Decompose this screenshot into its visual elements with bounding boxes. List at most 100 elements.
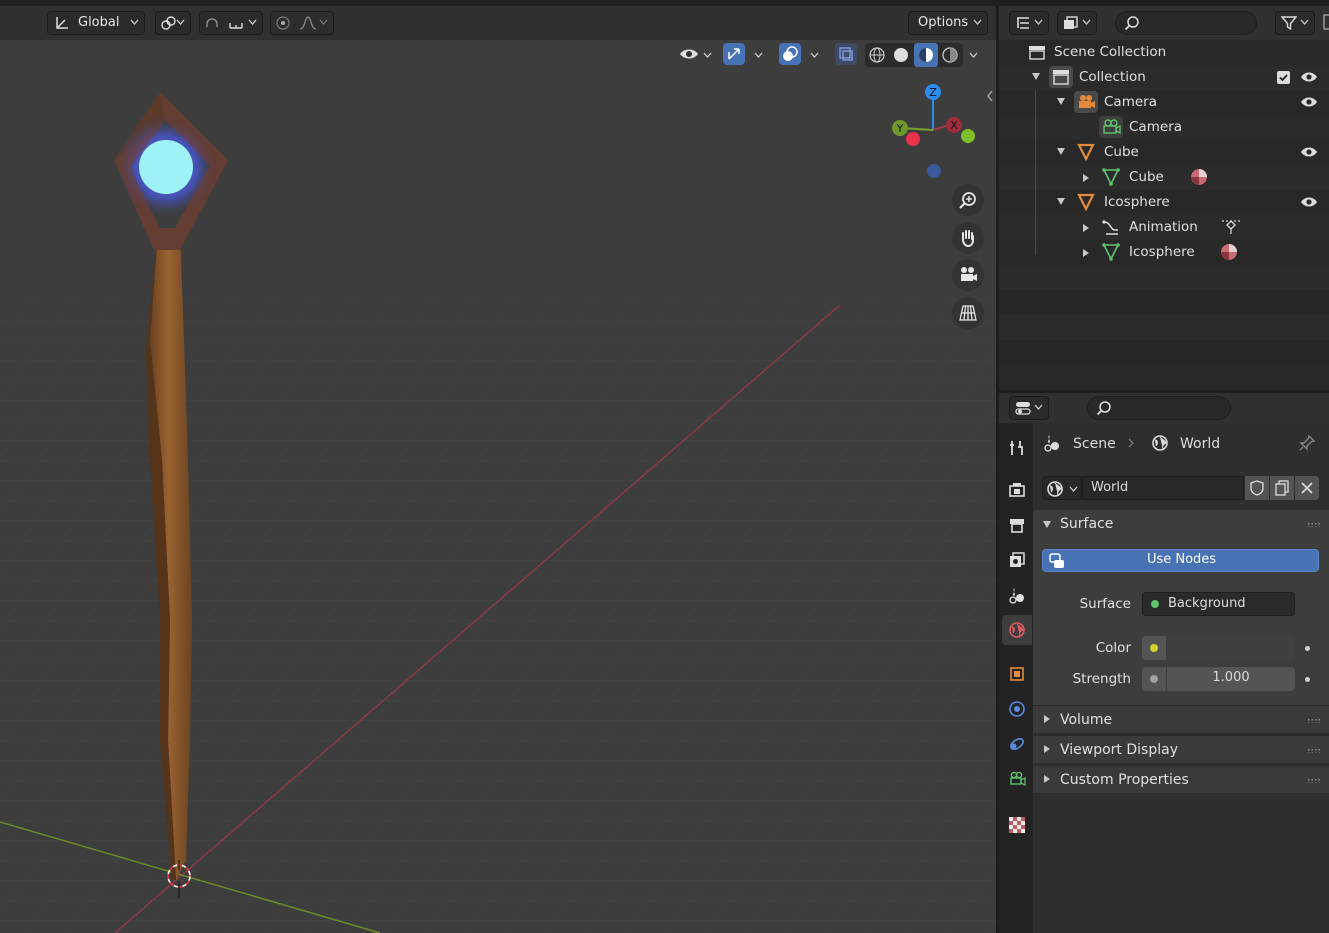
- 3d-viewport[interactable]: Z Y X Global Options: [0, 0, 996, 933]
- chevron-down-icon[interactable]: [969, 52, 978, 58]
- zoom-icon: [958, 190, 978, 210]
- drag-grip-icon[interactable]: [1307, 718, 1321, 723]
- outliner-row-camera-data[interactable]: Camera: [999, 115, 1329, 140]
- outliner-search-input[interactable]: [1115, 11, 1257, 35]
- xray-icon: [838, 46, 854, 62]
- strength-socket-button[interactable]: [1142, 667, 1166, 691]
- exclude-checkbox[interactable]: [1277, 71, 1290, 84]
- tab-output[interactable]: [1002, 510, 1032, 540]
- camera-view-button[interactable]: [952, 259, 984, 291]
- drag-grip-icon[interactable]: [1307, 522, 1321, 527]
- options-dropdown[interactable]: Options: [908, 11, 988, 35]
- viewport-scene[interactable]: Z Y X: [0, 0, 996, 933]
- tab-scene[interactable]: [1002, 580, 1032, 610]
- chevron-down-icon: [319, 19, 328, 25]
- tab-constraints[interactable]: [1002, 729, 1032, 759]
- outliner-row-icosphere-object[interactable]: Icosphere: [999, 190, 1329, 215]
- snapping-toggle[interactable]: [199, 11, 263, 35]
- tab-texture[interactable]: [1002, 810, 1032, 840]
- color-swatch[interactable]: [1167, 636, 1295, 660]
- pivot-point-dropdown[interactable]: [155, 11, 191, 35]
- keyframe-dot-icon[interactable]: [1305, 677, 1310, 682]
- chevron-down-icon[interactable]: [754, 52, 763, 58]
- sidebar-toggle-icon[interactable]: [986, 90, 994, 102]
- keyframe-dot-icon[interactable]: [1305, 646, 1310, 651]
- zoom-button[interactable]: [952, 184, 984, 216]
- new-collection-icon[interactable]: [1323, 14, 1329, 30]
- use-nodes-button[interactable]: Use Nodes: [1042, 549, 1319, 572]
- world-browse-dropdown[interactable]: [1042, 476, 1082, 500]
- editor-type-dropdown[interactable]: [1009, 396, 1049, 420]
- outliner-row-camera-object[interactable]: Camera: [999, 90, 1329, 115]
- chevron-down-icon: [973, 19, 982, 25]
- eye-icon[interactable]: [1300, 195, 1318, 209]
- shader-socket-icon: [1151, 600, 1159, 608]
- outliner-row-scene-collection[interactable]: Scene Collection: [999, 40, 1329, 65]
- fake-user-button[interactable]: [1245, 476, 1269, 500]
- editor-type-dropdown[interactable]: [1009, 11, 1049, 35]
- drag-grip-icon[interactable]: [1307, 778, 1321, 783]
- eye-icon[interactable]: [1300, 70, 1318, 84]
- panel-title: Custom Properties: [1060, 772, 1189, 788]
- expand-arrow-icon[interactable]: [1083, 224, 1089, 232]
- expand-arrow-icon[interactable]: [1057, 198, 1065, 205]
- xray-toggle-button[interactable]: [835, 43, 857, 65]
- tab-object[interactable]: [1002, 659, 1032, 689]
- strength-field[interactable]: 1.000: [1167, 667, 1295, 691]
- mesh-data-icon: [1102, 168, 1120, 186]
- material-icon[interactable]: [1220, 243, 1238, 261]
- wireframe-shading-icon[interactable]: [868, 46, 886, 64]
- action-icon[interactable]: [1221, 218, 1241, 236]
- tab-render[interactable]: [1002, 475, 1032, 505]
- tab-physics[interactable]: [1002, 694, 1032, 724]
- material-icon[interactable]: [1190, 168, 1208, 186]
- drag-grip-icon[interactable]: [1307, 748, 1321, 753]
- filter-icon: [1281, 15, 1297, 31]
- surface-panel-header[interactable]: Surface: [1033, 510, 1329, 538]
- unlink-world-button[interactable]: [1295, 476, 1319, 500]
- pin-icon[interactable]: [1298, 434, 1316, 452]
- pan-button[interactable]: [952, 222, 984, 254]
- filter-dropdown[interactable]: [1275, 11, 1315, 35]
- custom-properties-panel-header[interactable]: Custom Properties: [1033, 765, 1329, 793]
- output-icon: [1008, 516, 1026, 534]
- tab-view-layer[interactable]: [1002, 545, 1032, 575]
- surface-shader-dropdown[interactable]: Background: [1142, 592, 1295, 616]
- proportional-editing-toggle[interactable]: [270, 11, 334, 35]
- visibility-dropdown[interactable]: [677, 42, 717, 66]
- chevron-down-icon[interactable]: [810, 52, 819, 58]
- color-socket-button[interactable]: [1142, 636, 1166, 660]
- tab-object-data[interactable]: [1002, 764, 1032, 794]
- properties-search-input[interactable]: [1087, 396, 1231, 420]
- outliner-row-collection[interactable]: Collection: [999, 65, 1329, 90]
- tab-world[interactable]: [1002, 615, 1032, 645]
- gizmo-toggle-button[interactable]: [723, 43, 745, 65]
- material-preview-shading-icon[interactable]: [914, 43, 938, 67]
- duplicate-world-button[interactable]: [1270, 476, 1294, 500]
- search-icon: [1096, 400, 1112, 416]
- expand-arrow-icon[interactable]: [1032, 73, 1040, 80]
- outliner-row-animation[interactable]: Animation: [999, 215, 1329, 240]
- overlays-toggle-button[interactable]: [779, 43, 801, 65]
- eye-icon[interactable]: [1300, 95, 1318, 109]
- expand-arrow-icon[interactable]: [1083, 174, 1089, 182]
- rendered-shading-icon[interactable]: [941, 46, 959, 64]
- outliner-row-icosphere-mesh[interactable]: Icosphere: [999, 240, 1329, 265]
- tab-tool[interactable]: [1002, 433, 1032, 463]
- expand-arrow-icon[interactable]: [1057, 98, 1065, 105]
- expand-arrow-icon[interactable]: [1057, 148, 1065, 155]
- proportional-editing-icon: [275, 15, 291, 31]
- world-name-text: World: [1091, 480, 1129, 495]
- solid-shading-icon[interactable]: [892, 46, 910, 64]
- eye-icon[interactable]: [1300, 145, 1318, 159]
- world-name-field[interactable]: World: [1082, 476, 1244, 500]
- perspective-toggle-button[interactable]: [952, 297, 984, 329]
- volume-panel-header[interactable]: Volume: [1033, 705, 1329, 733]
- outliner-row-cube-object[interactable]: Cube: [999, 140, 1329, 165]
- expand-arrow-icon: [1044, 715, 1050, 723]
- display-mode-dropdown[interactable]: [1057, 11, 1097, 35]
- expand-arrow-icon[interactable]: [1083, 249, 1089, 257]
- transform-orientation-dropdown[interactable]: Global: [47, 11, 145, 35]
- viewport-display-panel-header[interactable]: Viewport Display: [1033, 735, 1329, 763]
- outliner-row-cube-mesh[interactable]: Cube: [999, 165, 1329, 190]
